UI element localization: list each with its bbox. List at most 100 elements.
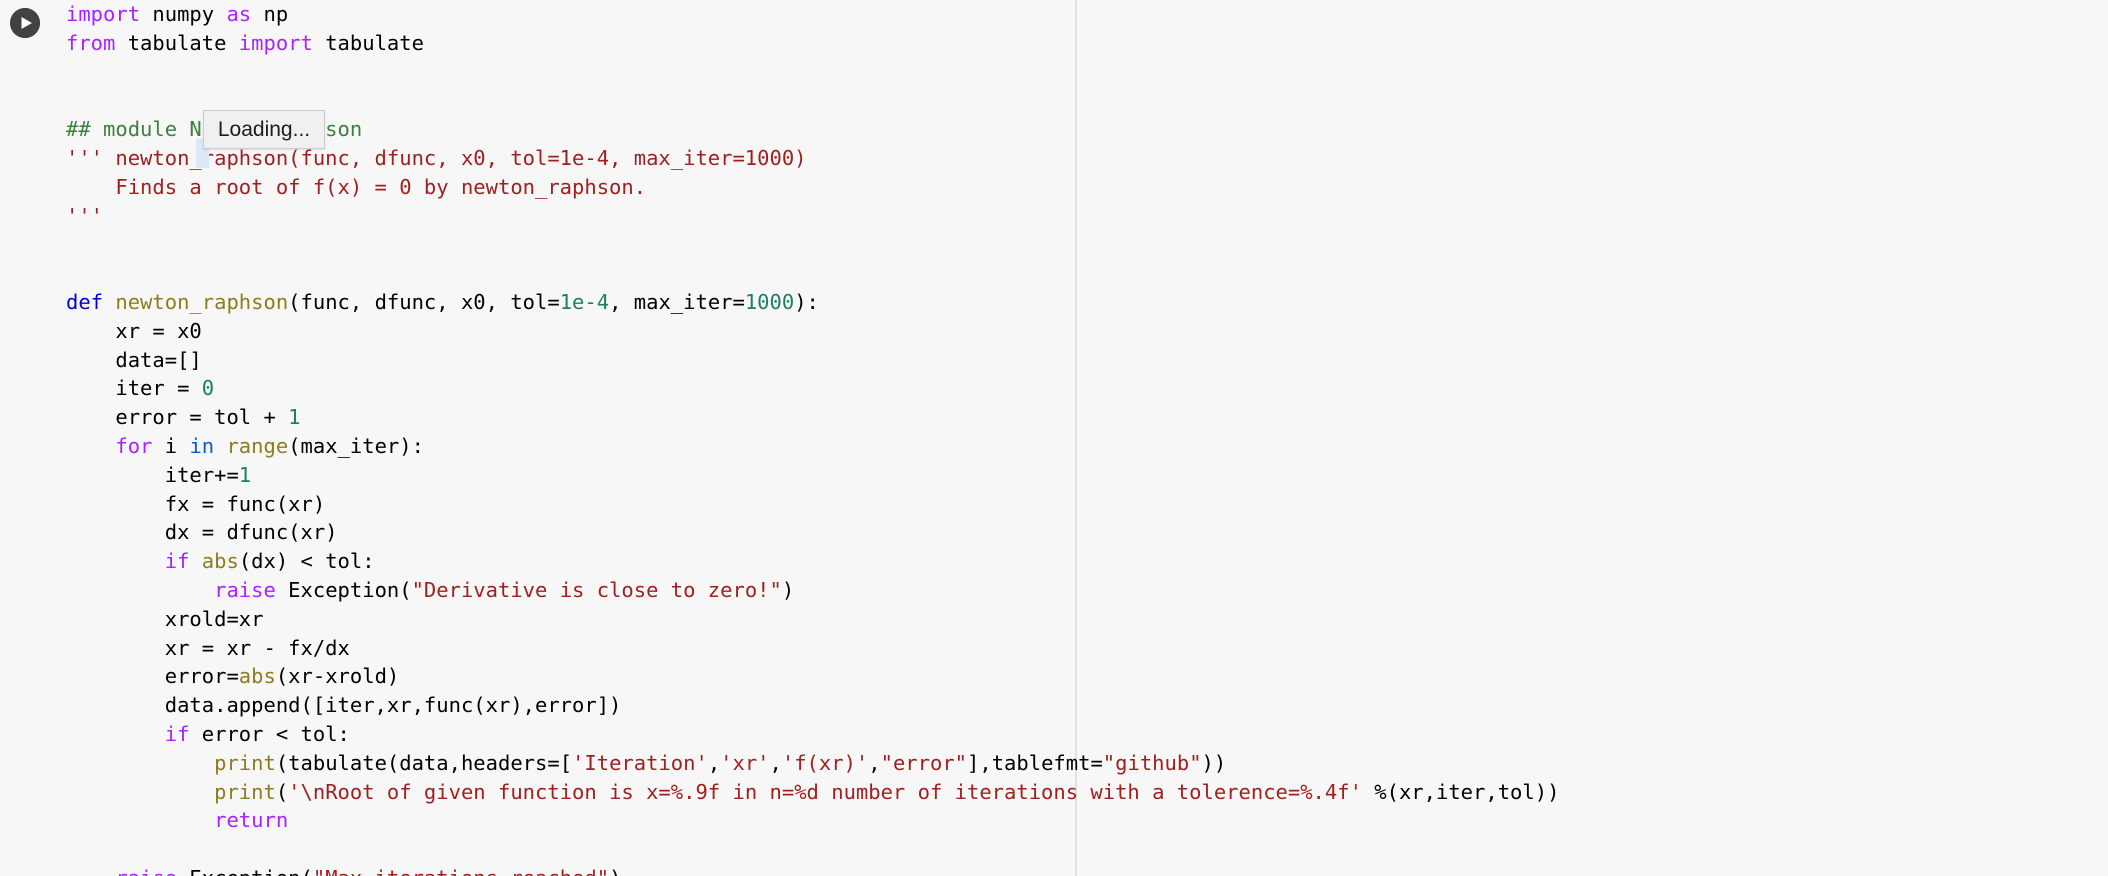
code-token: abs xyxy=(238,664,276,689)
code-token: 'xr' xyxy=(720,750,770,775)
code-line[interactable]: iter = 0 xyxy=(66,374,2106,403)
code-line[interactable]: raise Exception("Derivative is close to … xyxy=(66,576,2106,605)
code-line[interactable]: data.append([iter,xr,func(xr),error]) xyxy=(66,691,2106,720)
code-line[interactable]: xrold=xr xyxy=(66,605,2106,634)
code-line[interactable]: import numpy as np xyxy=(66,0,2106,29)
code-line[interactable]: ''' newton_raphson(func, dfunc, x0, tol=… xyxy=(66,144,2106,173)
code-line[interactable]: iter+=1 xyxy=(66,461,2106,490)
code-line[interactable]: error=abs(xr-xrold) xyxy=(66,662,2106,691)
code-token: 'Iteration' xyxy=(572,750,708,775)
code-line[interactable]: if error < tol: xyxy=(66,720,2106,749)
code-token: range xyxy=(226,433,289,458)
code-token: '\nRoot of given function is x=%.9f in n… xyxy=(288,779,1362,804)
code-line[interactable]: print('\nRoot of given function is x=%.9… xyxy=(66,778,2106,807)
code-token: fx = func(xr) xyxy=(66,491,326,516)
code-line[interactable] xyxy=(66,58,2106,87)
code-line[interactable]: from tabulate import tabulate xyxy=(66,29,2106,58)
code-token: "Derivative is close to zero!" xyxy=(411,577,782,602)
code-line[interactable] xyxy=(66,86,2106,115)
code-line[interactable]: return xyxy=(66,806,2106,835)
code-token: newton_raphson xyxy=(115,289,289,314)
code-line[interactable]: def newton_raphson(func, dfunc, x0, tol=… xyxy=(66,288,2106,317)
loading-tooltip: Loading... xyxy=(203,110,325,149)
code-token: error < tol: xyxy=(189,721,350,746)
code-line[interactable]: Finds a root of f(x) = 0 by newton_raphs… xyxy=(66,173,2106,202)
code-line[interactable]: ## module Newton_Raphson xyxy=(66,115,2106,144)
code-line[interactable]: print(tabulate(data,headers=['Iteration'… xyxy=(66,749,2106,778)
code-token: def xyxy=(66,289,104,314)
code-token: )) xyxy=(1201,750,1227,775)
code-token: 1e-4 xyxy=(559,289,610,314)
code-token: as xyxy=(226,2,252,26)
code-line[interactable]: if abs(dx) < tol: xyxy=(66,547,2106,576)
code-editor[interactable]: import numpy as np from tabulate import t… xyxy=(66,0,2106,876)
code-token: %(xr,iter,tol)) xyxy=(1361,779,1560,804)
code-token: ],tablefmt= xyxy=(967,750,1103,775)
code-token: (max_iter): xyxy=(288,433,424,458)
code-token: numpy xyxy=(140,2,227,26)
code-token: iter+= xyxy=(66,462,239,487)
code-token: xrold=xr xyxy=(66,606,264,631)
code-token: tabulate xyxy=(115,30,239,55)
code-token: from xyxy=(66,30,116,55)
code-token: raise xyxy=(115,866,177,876)
code-token: xr = x0 xyxy=(66,318,202,343)
code-token: 'f(xr)' xyxy=(781,750,869,775)
code-token: (dx) < tol: xyxy=(238,549,375,574)
code-token: "error" xyxy=(880,750,968,775)
code-line[interactable]: ''' xyxy=(66,202,2106,231)
code-token: if xyxy=(164,549,190,574)
code-token: "github" xyxy=(1102,750,1202,775)
code-token: Exception( xyxy=(275,577,412,602)
cell-run-gutter xyxy=(0,0,52,876)
code-line[interactable] xyxy=(66,259,2106,288)
code-token: return xyxy=(214,808,289,833)
code-line[interactable]: dx = dfunc(xr) xyxy=(66,518,2106,547)
code-line[interactable]: error = tol + 1 xyxy=(66,403,2106,432)
code-line[interactable]: for i in range(max_iter): xyxy=(66,432,2106,461)
play-icon[interactable] xyxy=(10,8,40,38)
code-token: (func, dfunc, x0, tol= xyxy=(288,289,560,314)
code-token: 0 xyxy=(201,376,215,401)
code-token: (xr-xrold) xyxy=(275,664,400,689)
code-line[interactable]: raise Exception("Max iterations reached"… xyxy=(66,864,2106,876)
code-token: error= xyxy=(66,664,239,689)
code-token: import xyxy=(66,2,141,26)
code-token: 1 xyxy=(288,405,301,430)
code-line[interactable] xyxy=(66,835,2106,864)
code-token: , xyxy=(707,750,721,775)
code-token: data=[] xyxy=(66,347,202,372)
code-token: ) xyxy=(609,866,621,876)
code-token: error = tol + xyxy=(66,405,289,430)
code-token: if xyxy=(164,721,190,746)
code-token: dx = dfunc(xr) xyxy=(66,520,338,545)
loading-tooltip-label: Loading... xyxy=(217,117,311,141)
code-line[interactable]: fx = func(xr) xyxy=(66,490,2106,519)
code-token: xr = xr - fx/dx xyxy=(66,635,350,660)
code-token: tabulate xyxy=(312,30,424,55)
code-token: i xyxy=(152,433,190,458)
code-token: Finds a root of f(x) = 0 by newton_raphs… xyxy=(66,174,647,199)
code-token: "Max iterations reached" xyxy=(313,866,609,876)
code-token: ''' newton_raphson(func, dfunc, x0, tol=… xyxy=(66,145,807,170)
code-token: ): xyxy=(794,289,819,314)
code-line[interactable]: xr = xr - fx/dx xyxy=(66,634,2106,663)
code-line[interactable]: data=[] xyxy=(66,346,2106,375)
code-token: iter = xyxy=(66,376,202,401)
code-token: 1 xyxy=(238,462,252,487)
code-line[interactable]: xr = x0 xyxy=(66,317,2106,346)
code-token: import xyxy=(238,30,313,55)
code-token: (tabulate(data,headers=[ xyxy=(275,750,573,775)
code-token: ''' xyxy=(66,203,104,228)
code-line[interactable] xyxy=(66,230,2106,259)
code-token: , xyxy=(868,750,881,775)
